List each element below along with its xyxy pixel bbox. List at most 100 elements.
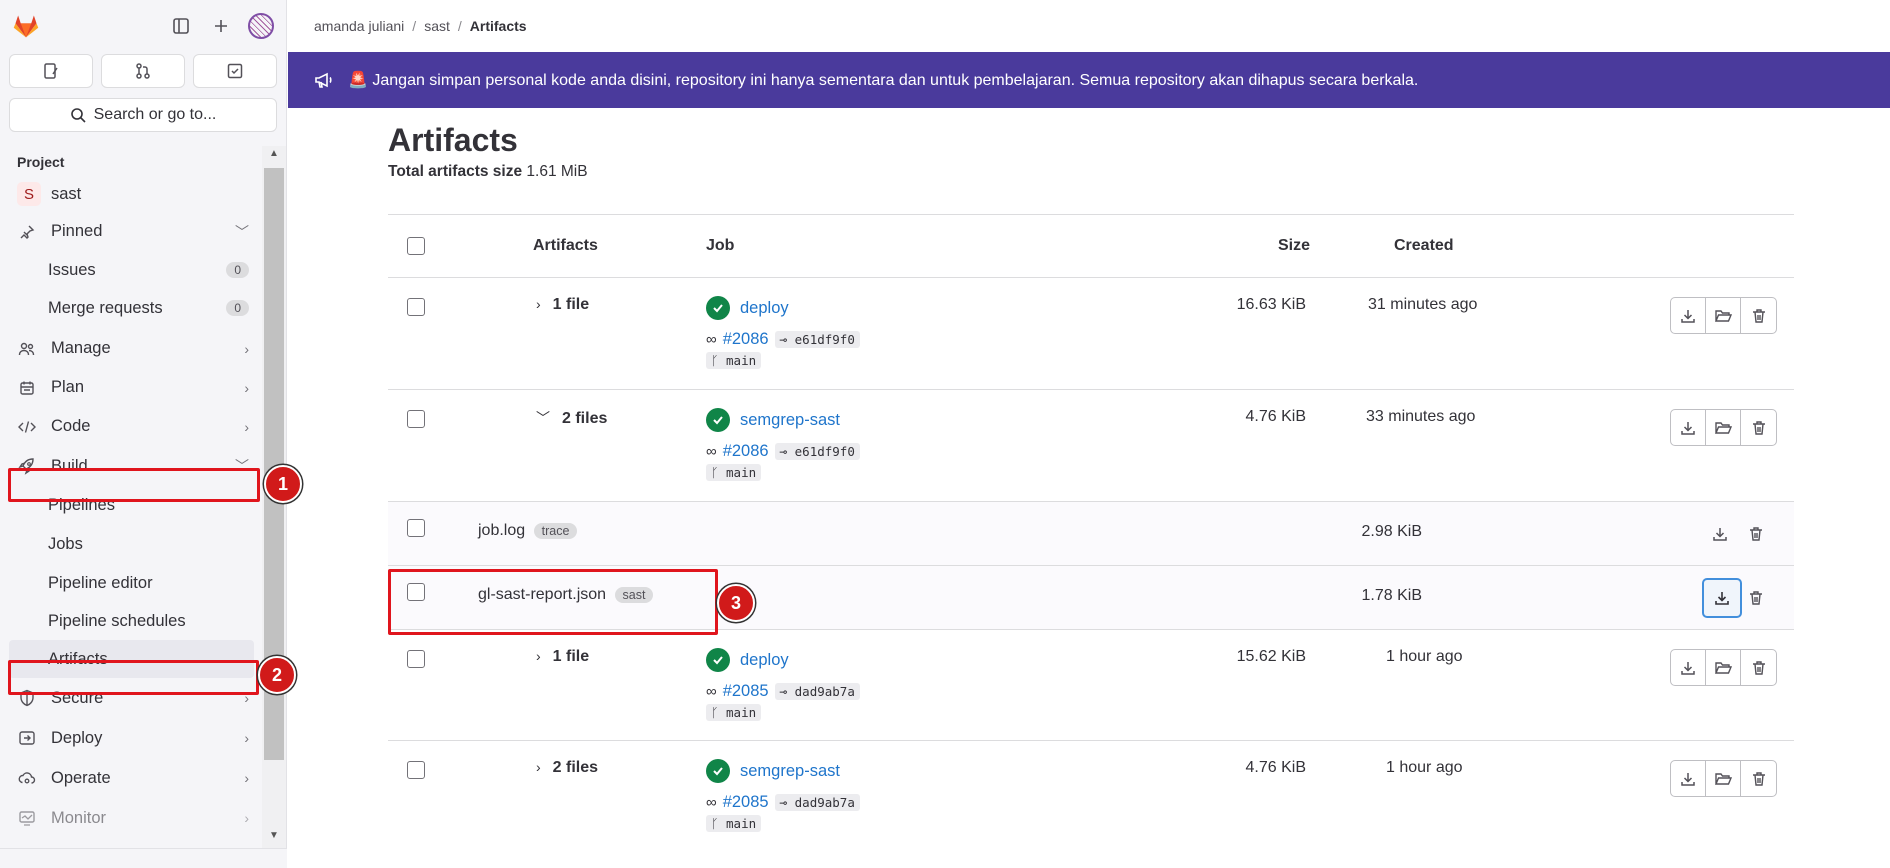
sidebar-item-label: Pinned [51,222,103,240]
size-value: 4.76 KiB [1245,408,1306,425]
users-icon [17,339,37,359]
total-size-label: Total artifacts size [388,163,523,180]
row-checkbox[interactable] [407,650,425,668]
branch-name[interactable]: ᚴ main [706,704,762,721]
branch-meta: ᚴ main [706,704,762,721]
commit-sha[interactable]: ⊸ dad9ab7a [774,683,860,700]
branch-meta: ᚴ main [706,352,762,369]
size-value: 15.62 KiB [1236,648,1306,665]
download-button[interactable] [1671,410,1706,445]
delete-button[interactable] [1738,516,1774,552]
pipeline-link[interactable]: #2085 [723,682,769,701]
job-link[interactable]: deploy [740,651,789,670]
sidebar-item-deploy[interactable]: Deploy › [0,718,263,758]
expand-files-toggle[interactable]: › 1 file [536,648,589,666]
breadcrumb-item-current[interactable]: Artifacts [470,18,527,34]
delete-button[interactable] [1738,580,1774,616]
monitor-icon [17,808,37,828]
branch-name[interactable]: ᚴ main [706,815,762,832]
browse-button[interactable] [1706,298,1741,333]
sidebar-item-monitor[interactable]: Monitor › [0,798,263,838]
branch-name[interactable]: ᚴ main [706,352,762,369]
sidebar-item-issues[interactable]: Issues 0 [0,251,263,289]
breadcrumb-item-user[interactable]: amanda juliani [314,18,404,34]
delete-button[interactable] [1741,410,1776,445]
download-button[interactable] [1702,516,1738,552]
row-actions [1670,409,1777,446]
gitlab-logo-icon[interactable] [12,12,40,40]
row-checkbox[interactable] [407,761,425,779]
job-link[interactable]: semgrep-sast [740,411,840,430]
sidebar-item-merge-requests[interactable]: Merge requests 0 [0,289,263,327]
sidebar-item-label: Plan [51,378,85,396]
sidebar-item-label: Manage [51,339,111,357]
delete-button[interactable] [1741,298,1776,333]
pipeline-link[interactable]: #2085 [723,793,769,812]
todos-button[interactable] [193,54,277,88]
browse-button[interactable] [1706,650,1741,685]
expand-files-toggle[interactable]: › 1 file [536,296,589,314]
branch-name-text: main [726,465,757,480]
row-checkbox[interactable] [407,298,425,316]
toggle-sidebar-icon[interactable] [168,13,194,39]
sidebar-item-jobs[interactable]: Jobs [0,525,263,564]
page-title: Artifacts [388,122,518,158]
expand-files-toggle[interactable]: › 2 files [536,759,598,777]
expand-files-toggle[interactable]: ﹀ 2 files [536,408,607,428]
sidebar-item-plan[interactable]: Plan › [0,368,263,407]
commit-sha-text: e61df9f0 [794,444,855,459]
pipeline-link[interactable]: #2086 [723,442,769,461]
commit-sha[interactable]: ⊸ dad9ab7a [774,794,860,811]
commit-sha[interactable]: ⊸ e61df9f0 [774,443,860,460]
delete-button[interactable] [1741,761,1776,796]
count-badge: 0 [226,300,249,316]
download-button[interactable] [1671,298,1706,333]
file-name-cell: job.log trace [478,522,578,540]
chevron-right-icon: › [536,296,541,312]
table-row: ﹀ 2 files semgrep-sast ∞ #2086 ⊸ e61df9f0… [388,390,1794,502]
merge-requests-button[interactable] [101,54,185,88]
trash-icon [1752,771,1765,786]
sidebar-item-label: Monitor [51,808,107,827]
pipeline-link[interactable]: #2086 [723,330,769,349]
breadcrumb: amanda juliani / sast / Artifacts [288,0,1890,52]
sidebar-item-code[interactable]: Code › [0,407,263,446]
issues-icon [44,63,58,79]
user-avatar[interactable] [248,13,274,39]
browse-button[interactable] [1706,410,1741,445]
branch-name-text: main [726,353,757,368]
pipeline-meta: ∞ #2086 ⊸ e61df9f0 [706,442,860,461]
scroll-up-arrow-icon[interactable]: ▲ [262,148,286,166]
breadcrumb-item-project[interactable]: sast [424,18,450,34]
file-checkbox[interactable] [407,519,425,537]
pipeline-meta: ∞ #2086 ⊸ e61df9f0 [706,330,860,349]
download-button[interactable] [1702,578,1742,618]
sidebar-item-pipeline-schedules[interactable]: Pipeline schedules [0,602,263,640]
search-button[interactable]: Search or go to... [9,98,277,132]
chevron-right-icon: › [244,418,249,435]
sidebar-item-pipeline-editor[interactable]: Pipeline editor [0,564,263,602]
job-link[interactable]: semgrep-sast [740,762,840,781]
job-cell: semgrep-sast [706,759,840,783]
download-button[interactable] [1671,650,1706,685]
browse-button[interactable] [1706,761,1741,796]
annotation-highlight-artifacts [8,660,259,695]
sidebar-item-manage[interactable]: Manage › [0,329,263,368]
branch-name[interactable]: ᚴ main [706,464,762,481]
branch-meta: ᚴ main [706,464,762,481]
sidebar-item-operate[interactable]: Operate › [0,758,263,798]
select-all-checkbox[interactable] [407,237,425,255]
download-button[interactable] [1671,761,1706,796]
job-link[interactable]: deploy [740,299,789,318]
assigned-issues-button[interactable] [9,54,93,88]
sidebar: Search or go to... Project S sast Pinned… [0,0,287,868]
sidebar-item-pinned[interactable]: Pinned ﹀ [0,212,263,251]
delete-button[interactable] [1741,650,1776,685]
sidebar-item-label: Issues [48,260,96,279]
create-new-icon[interactable] [208,13,234,39]
commit-sha[interactable]: ⊸ e61df9f0 [774,331,860,348]
row-checkbox[interactable] [407,410,425,428]
row-actions [1670,297,1777,334]
scroll-down-arrow-icon[interactable]: ▼ [262,830,286,848]
sidebar-item-project[interactable]: S sast [0,176,263,212]
